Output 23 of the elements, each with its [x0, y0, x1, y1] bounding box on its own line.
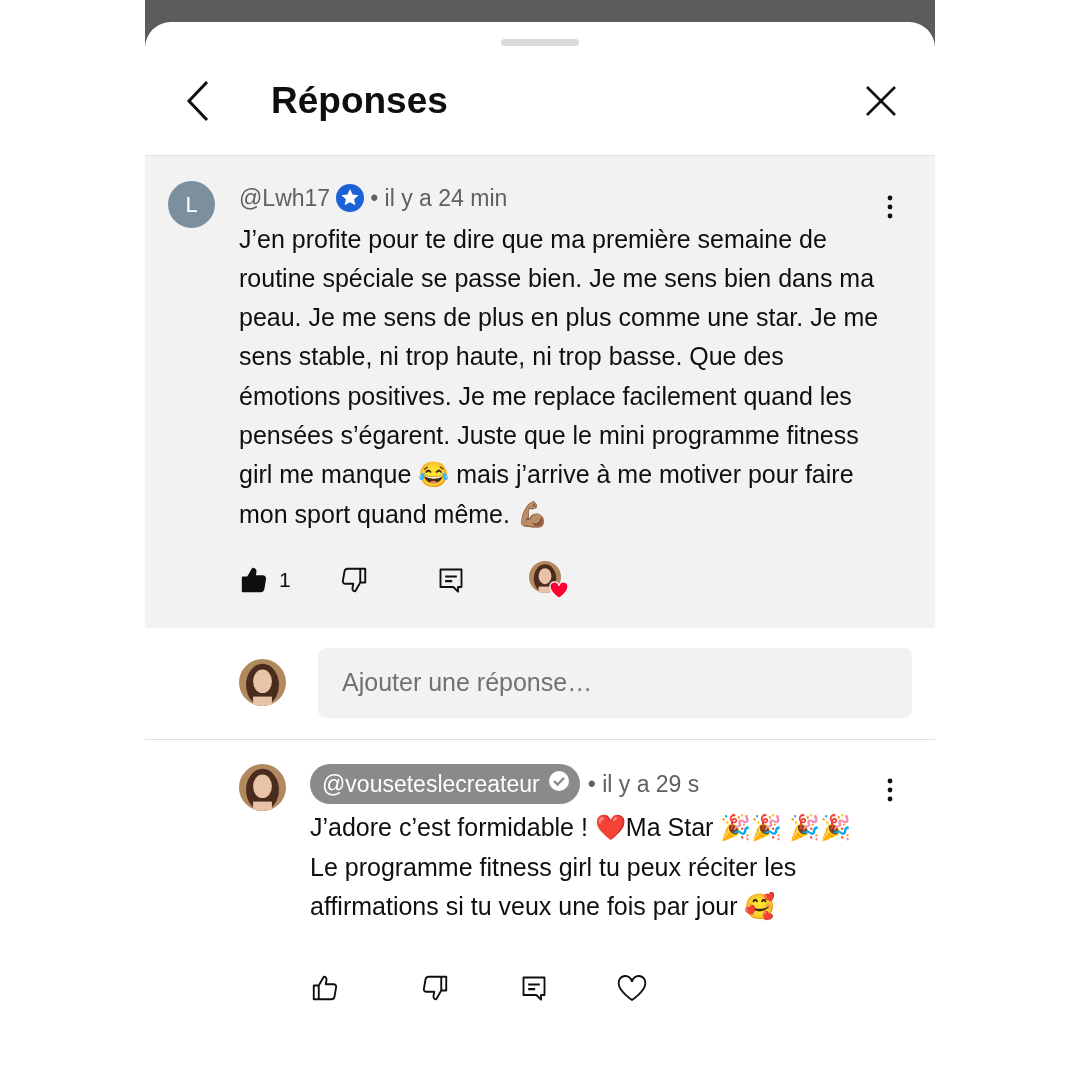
like-count: 1	[279, 567, 292, 594]
author-name[interactable]: @vouseteslecreateur	[310, 763, 580, 805]
timestamp: • il y a 24 min	[370, 184, 508, 213]
reply-field[interactable]: Ajouter une réponse…	[318, 647, 912, 718]
author-name[interactable]: @Lwh17	[239, 181, 331, 216]
timestamp: • il y a 29 s	[587, 769, 700, 799]
avatar	[239, 763, 286, 811]
more-options-icon[interactable]	[887, 777, 893, 802]
drag-handle[interactable]	[501, 39, 579, 46]
more-options-icon[interactable]	[887, 195, 893, 219]
comment-text: J’adore c’est formidable ! ❤Ma Star 🎉🎉 🎉🎉 Le programme fitness girl tu peux réciter les affirmations si tu veux une fois par jour 🥰	[310, 812, 853, 923]
avatar	[239, 659, 286, 707]
star-badge-icon	[336, 184, 365, 213]
close-icon[interactable]	[865, 84, 897, 117]
comment-text: J’en profite pour te dire que ma première semaine de routine spéciale se passe bien. Je me sens bien dans ma peau. Je me sens de plus en plus comme une star. Je me sens stable, ni trop haute, ni trop basse. Que des émotions positives. Je me replace facilement quand les pensées s’égarent. Juste que le mini programme fitness girl me manque 😂 mais j’arrive à me motiver pour faire mon sport quand même. 💪🏽	[239, 223, 879, 530]
heart-icon	[549, 580, 569, 599]
avatar	[529, 560, 561, 593]
heart-icon[interactable]	[616, 973, 648, 1004]
verified-icon	[547, 769, 570, 792]
page-title: Réponses	[271, 78, 449, 123]
back-icon[interactable]	[185, 79, 211, 122]
creator-heart-badge[interactable]	[529, 560, 569, 599]
avatar: L	[168, 181, 215, 228]
